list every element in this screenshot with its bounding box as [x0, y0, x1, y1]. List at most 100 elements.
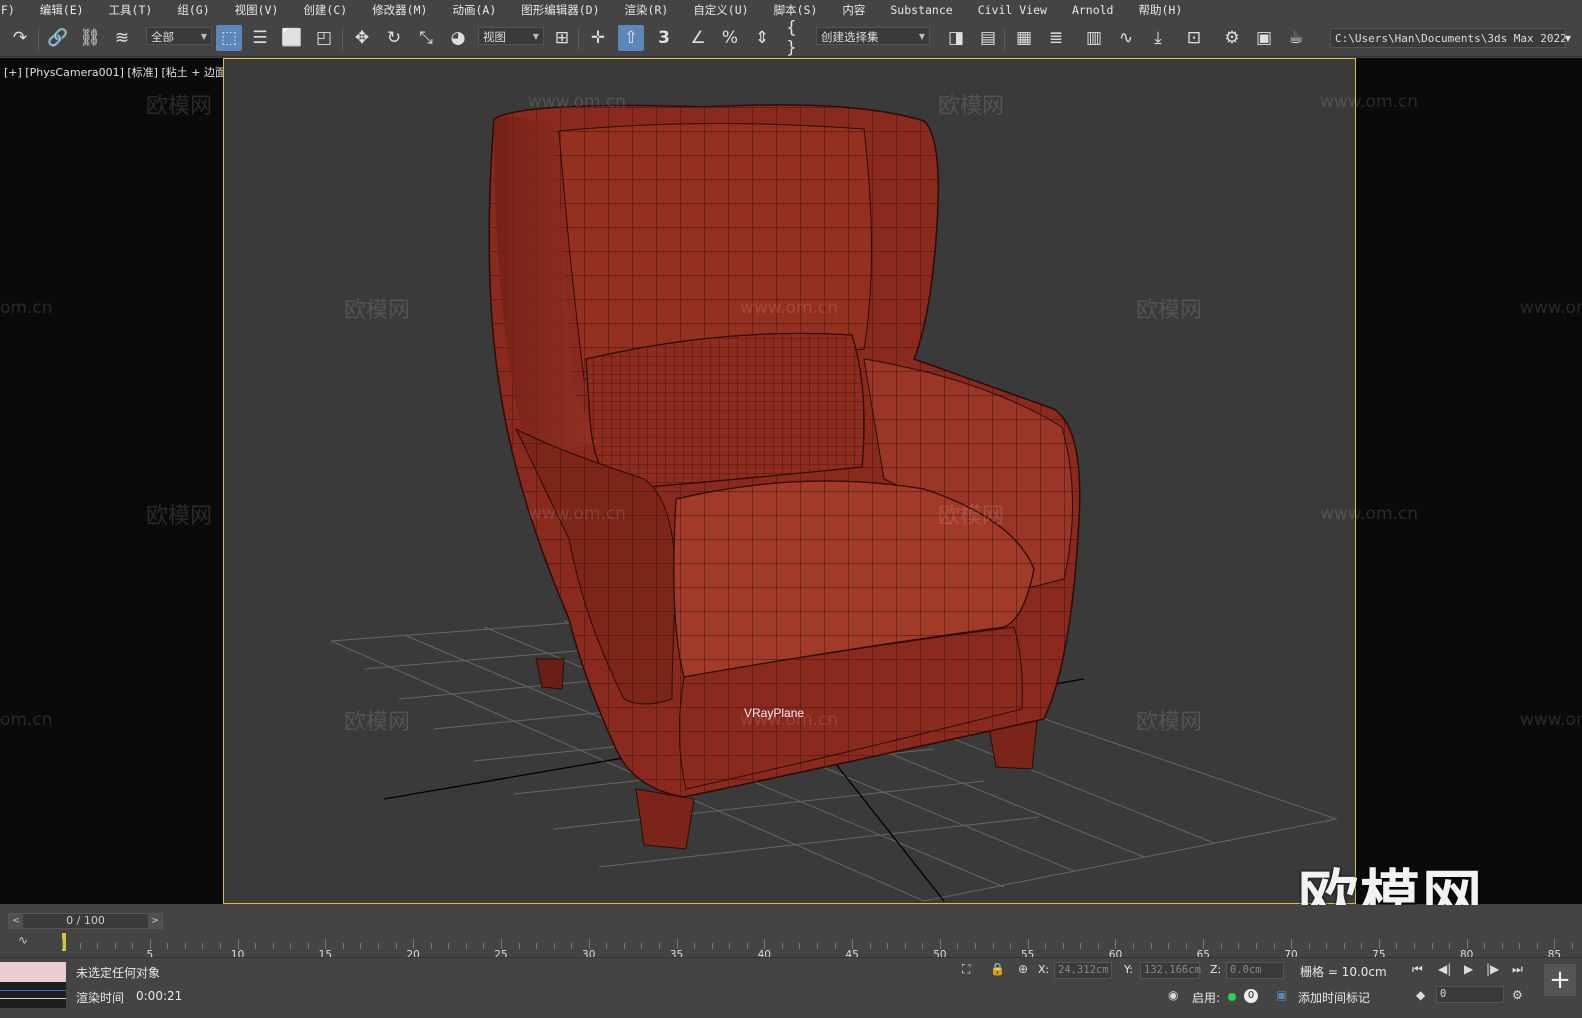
dope-sheet-icon[interactable]: ⤓	[1146, 25, 1170, 51]
maxscript-input[interactable]	[0, 962, 66, 982]
rendered-frame-window-icon[interactable]: ▣	[1252, 25, 1276, 51]
align-icon[interactable]: ▤	[976, 25, 1000, 51]
menu-item[interactable]: 创建(C)	[291, 0, 360, 20]
timeline-tick	[518, 943, 520, 949]
redo-icon[interactable]: ↷	[8, 25, 32, 51]
viewport-navigation-icon[interactable]: +	[1544, 964, 1576, 996]
main-toolbar: ↷ 🔗 ⛓ ≋ 全部 ▼ ⬚ ☰ ⬜ ◰ ✥ ↻ ⤡ ◕ 视图 ▼ ⊞ ✛ ⇧ 3 …	[0, 18, 1582, 58]
y-coordinate-field[interactable]: 132.166cm	[1140, 962, 1201, 979]
camera-viewport[interactable]: VRayPlane	[223, 58, 1356, 904]
timeline-tick	[395, 943, 397, 949]
menu-bar: (F)编辑(E)工具(T)组(G)视图(V)创建(C)修改器(M)动画(A)图形…	[0, 0, 1582, 20]
timeline-ruler[interactable]: 5 10 15 20 25 30 35 40 45 50 55 60 65 70 75 80 85	[62, 933, 1573, 961]
timeline-tick	[448, 943, 450, 949]
placement-icon[interactable]: ◕	[446, 25, 470, 51]
toolbar-separator	[38, 28, 39, 50]
spinner-snap-icon[interactable]: ⇕	[750, 25, 774, 51]
key-mode-icon[interactable]: ◆	[1416, 988, 1425, 1002]
go-to-start-icon[interactable]: ⏮	[1412, 962, 1423, 977]
window-crossing-icon[interactable]: ◰	[312, 25, 336, 51]
play-icon[interactable]: ▶	[1464, 962, 1473, 976]
select-manipulate-icon[interactable]: ✛	[586, 25, 610, 51]
timeline-tick	[781, 943, 783, 949]
timeline-tick	[1097, 943, 1099, 949]
rotate-icon[interactable]: ↻	[382, 25, 406, 51]
bind-space-warp-icon[interactable]: ≋	[110, 25, 134, 51]
link-icon[interactable]: 🔗	[46, 25, 70, 51]
timeline-tick	[817, 943, 818, 949]
angle-snap-icon[interactable]: ∠	[686, 25, 710, 51]
menu-item[interactable]: (F)	[0, 0, 28, 20]
menu-item[interactable]: 修改器(M)	[360, 0, 440, 20]
left-viewport-area[interactable]	[0, 58, 223, 904]
z-coordinate-field[interactable]: 0.0cm	[1226, 962, 1284, 979]
pivot-center-icon[interactable]: ⊞	[550, 25, 574, 51]
schematic-view-icon[interactable]: ⊡	[1182, 25, 1206, 51]
curve-toggle-icon[interactable]: ∿	[18, 933, 28, 947]
menu-item[interactable]: 帮助(H)	[1126, 0, 1195, 20]
render-setup-icon[interactable]: ⚙	[1220, 25, 1244, 51]
rectangular-selection-icon[interactable]: ⬜	[280, 25, 304, 51]
mirror-icon[interactable]: ◨	[944, 25, 968, 51]
menu-item[interactable]: 脚本(S)	[762, 0, 831, 20]
select-object-icon[interactable]: ⬚	[216, 25, 242, 51]
current-frame-field[interactable]: 0	[1436, 986, 1504, 1003]
edit-named-selection-icon[interactable]: { }	[786, 18, 810, 58]
named-selection-dropdown[interactable]: 创建选择集 ▼	[816, 27, 930, 45]
menu-item[interactable]: 动画(A)	[440, 0, 509, 20]
time-configuration-icon[interactable]: ⚙	[1512, 988, 1523, 1002]
percent-snap-icon[interactable]: %	[718, 25, 742, 51]
selection-filter-dropdown[interactable]: 全部 ▼	[146, 27, 212, 45]
chevron-left-icon[interactable]: <	[9, 914, 23, 928]
time-slider[interactable]: < 0 / 100 >	[8, 913, 163, 929]
menu-item[interactable]: 图形编辑器(D)	[509, 0, 612, 20]
lock-icon[interactable]: 🔒	[990, 962, 1005, 976]
snaps-toggle-icon[interactable]: 3	[652, 25, 676, 51]
ribbon-toggle-icon[interactable]: ▥	[1082, 25, 1106, 51]
add-time-tag[interactable]: 添加时间标记	[1298, 989, 1370, 1006]
move-icon[interactable]: ✥	[350, 25, 374, 51]
enable-count-badge[interactable]: 0	[1244, 989, 1258, 1003]
viewport-label[interactable]: [+] [PhysCamera001] [标准] [粘土 + 边面]	[4, 64, 230, 80]
x-coordinate-field[interactable]: 24.312cm	[1054, 962, 1112, 979]
scene-explorer-icon[interactable]: ▦	[1012, 25, 1036, 51]
render-teapot-icon[interactable]: ☕	[1284, 25, 1308, 51]
time-tag-icon[interactable]: ▣	[1276, 988, 1287, 1002]
layer-explorer-icon[interactable]: ≣	[1044, 25, 1068, 51]
menu-item[interactable]: Substance	[878, 0, 965, 20]
scale-icon[interactable]: ⤡	[414, 25, 438, 51]
menu-item[interactable]: 自定义(U)	[681, 0, 761, 20]
menu-item[interactable]: 组(G)	[165, 0, 222, 20]
menu-item[interactable]: 渲染(R)	[613, 0, 682, 20]
chevron-right-icon[interactable]: >	[148, 914, 162, 928]
go-to-end-icon[interactable]: ⏭	[1512, 962, 1523, 977]
timeline-tick	[1255, 943, 1257, 949]
chevron-down-icon[interactable]: ▼	[1562, 25, 1574, 51]
isolate-selection-icon[interactable]: ⛶	[962, 962, 970, 977]
previous-frame-icon[interactable]: ◀|	[1438, 962, 1451, 976]
timeline-tick	[342, 943, 344, 949]
menu-item[interactable]: 工具(T)	[97, 0, 166, 20]
menu-item[interactable]: 视图(V)	[223, 0, 292, 20]
adaptive-degradation-icon[interactable]: ◉	[1168, 988, 1178, 1002]
timeline-tick	[676, 939, 678, 949]
unlink-icon[interactable]: ⛓	[78, 25, 102, 51]
timeline-tick	[1027, 939, 1029, 949]
select-by-name-icon[interactable]: ☰	[248, 25, 272, 51]
maxscript-listener-mini[interactable]	[0, 962, 66, 1008]
keyboard-shortcut-override-icon[interactable]: ⇧	[618, 25, 644, 51]
absolute-mode-icon[interactable]: ⊕	[1018, 962, 1028, 976]
right-viewport-area[interactable]	[1356, 58, 1582, 904]
reference-coordinate-dropdown[interactable]: 视图 ▼	[478, 27, 544, 45]
menu-item[interactable]: 编辑(E)	[28, 0, 97, 20]
timeline-tick	[483, 943, 485, 949]
timeline-tick	[939, 939, 941, 949]
project-path-field[interactable]: C:\Users\Han\Documents\3ds Max 2022	[1330, 28, 1566, 48]
curve-editor-icon[interactable]: ∿	[1114, 25, 1138, 51]
next-frame-icon[interactable]: |▶	[1486, 962, 1499, 976]
timeline-tick	[658, 943, 660, 949]
timeline-tick	[1168, 943, 1170, 949]
menu-item[interactable]: 内容	[830, 0, 878, 20]
menu-item[interactable]: Civil View	[966, 0, 1060, 20]
menu-item[interactable]: Arnold	[1060, 0, 1127, 20]
